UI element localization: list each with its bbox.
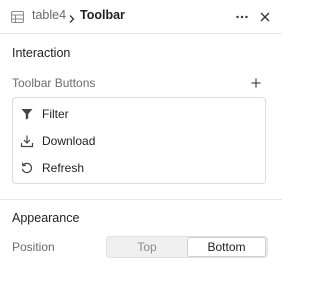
plus-icon[interactable] <box>249 76 263 90</box>
toolbar-buttons-label: Toolbar Buttons <box>12 76 96 90</box>
panel-header: table4 Toolbar <box>0 0 282 34</box>
interaction-section-title: Interaction <box>12 46 71 60</box>
appearance-section-title: Appearance <box>12 211 80 225</box>
toolbar-button-label: Download <box>42 134 96 148</box>
page-title: Toolbar <box>80 8 125 22</box>
section-divider <box>0 199 282 200</box>
position-option-bottom[interactable]: Bottom <box>187 237 266 257</box>
toolbar-button-label: Refresh <box>42 161 85 175</box>
table-icon <box>11 10 24 28</box>
close-icon[interactable] <box>257 9 273 25</box>
position-segmented-control: Top Bottom <box>106 236 268 258</box>
more-horizontal-icon[interactable] <box>234 9 250 25</box>
download-icon <box>20 134 34 148</box>
position-option-top[interactable]: Top <box>108 238 186 256</box>
toolbar-button-download[interactable]: Download <box>13 128 265 154</box>
chevron-right-icon <box>68 11 76 29</box>
toolbar-button-label: Filter <box>42 107 69 121</box>
filter-icon <box>20 107 34 121</box>
toolbar-button-refresh[interactable]: Refresh <box>13 155 265 181</box>
position-label: Position <box>12 240 55 254</box>
toolbar-buttons-list: Filter Download Refresh <box>12 97 266 184</box>
breadcrumb-parent[interactable]: table4 <box>32 8 66 22</box>
refresh-icon <box>20 161 34 175</box>
toolbar-button-filter[interactable]: Filter <box>13 101 265 127</box>
